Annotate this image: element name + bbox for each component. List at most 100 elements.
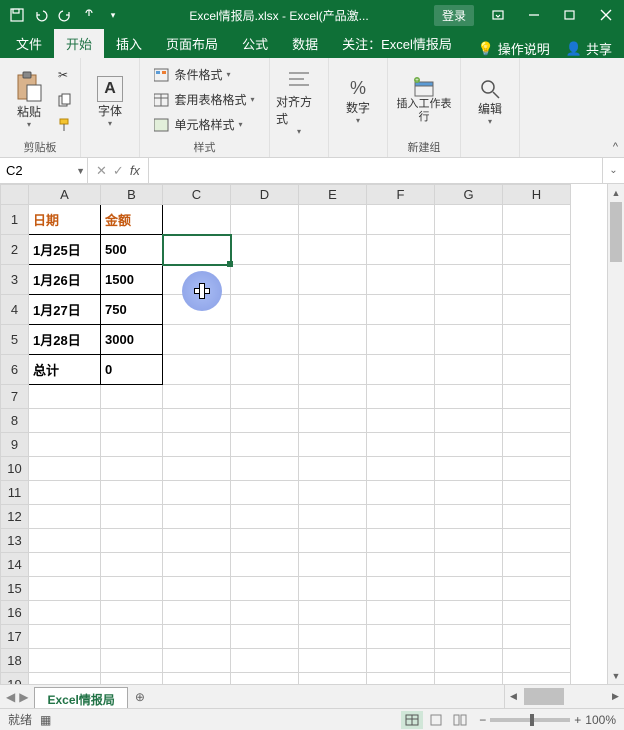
row-header-11[interactable]: 11 [1, 481, 29, 505]
cell-E5[interactable] [299, 325, 367, 355]
cell-G19[interactable] [435, 673, 503, 685]
col-header-B[interactable]: B [101, 185, 163, 205]
row-header-1[interactable]: 1 [1, 205, 29, 235]
tab-page-layout[interactable]: 页面布局 [154, 29, 230, 58]
name-box[interactable]: C2 ▼ [0, 158, 88, 183]
cell-D9[interactable] [231, 433, 299, 457]
cell-C1[interactable] [163, 205, 231, 235]
cell-A1[interactable]: 日期 [29, 205, 101, 235]
cell-D4[interactable] [231, 295, 299, 325]
row-header-17[interactable]: 17 [1, 625, 29, 649]
scroll-left-icon[interactable]: ◀ [505, 691, 522, 702]
cell-H14[interactable] [503, 553, 571, 577]
cell-F1[interactable] [367, 205, 435, 235]
row-header-19[interactable]: 19 [1, 673, 29, 685]
cell-F8[interactable] [367, 409, 435, 433]
tell-me[interactable]: 💡 操作说明 [470, 39, 558, 58]
cell-A15[interactable] [29, 577, 101, 601]
sheet-tab[interactable]: Excel情报局 [34, 687, 127, 708]
cell-E1[interactable] [299, 205, 367, 235]
number-button[interactable]: % 数字 ▾ [335, 78, 381, 125]
cell-E18[interactable] [299, 649, 367, 673]
row-header-18[interactable]: 18 [1, 649, 29, 673]
col-header-C[interactable]: C [163, 185, 231, 205]
col-header-G[interactable]: G [435, 185, 503, 205]
cell-C6[interactable] [163, 355, 231, 385]
cell-H3[interactable] [503, 265, 571, 295]
cell-G6[interactable] [435, 355, 503, 385]
cell-D10[interactable] [231, 457, 299, 481]
cell-H7[interactable] [503, 385, 571, 409]
normal-view-icon[interactable] [401, 711, 423, 729]
cell-C18[interactable] [163, 649, 231, 673]
minimize-icon[interactable] [516, 0, 552, 30]
row-header-9[interactable]: 9 [1, 433, 29, 457]
cell-F11[interactable] [367, 481, 435, 505]
cell-B1[interactable]: 金额 [101, 205, 163, 235]
cell-E12[interactable] [299, 505, 367, 529]
cell-G8[interactable] [435, 409, 503, 433]
tab-file[interactable]: 文件 [4, 29, 54, 58]
cell-C8[interactable] [163, 409, 231, 433]
zoom-slider[interactable] [490, 718, 570, 722]
maximize-icon[interactable] [552, 0, 588, 30]
qat-customize-icon[interactable]: ▾ [102, 4, 124, 26]
cell-H2[interactable] [503, 235, 571, 265]
cell-H13[interactable] [503, 529, 571, 553]
cell-F19[interactable] [367, 673, 435, 685]
cell-H6[interactable] [503, 355, 571, 385]
tab-attention[interactable]: 关注：Excel情报局 [330, 29, 464, 58]
cell-G15[interactable] [435, 577, 503, 601]
cell-F18[interactable] [367, 649, 435, 673]
cancel-formula-icon[interactable]: ✕ [96, 163, 107, 179]
cell-F16[interactable] [367, 601, 435, 625]
cell-A11[interactable] [29, 481, 101, 505]
cell-C7[interactable] [163, 385, 231, 409]
zoom-in-button[interactable]: + [574, 713, 581, 727]
expand-formula-bar-icon[interactable]: ⌄ [602, 158, 624, 183]
accept-formula-icon[interactable]: ✓ [113, 163, 124, 179]
scroll-thumb[interactable] [610, 202, 622, 262]
cell-G1[interactable] [435, 205, 503, 235]
cell-G12[interactable] [435, 505, 503, 529]
cell-B10[interactable] [101, 457, 163, 481]
cell-C19[interactable] [163, 673, 231, 685]
cell-D13[interactable] [231, 529, 299, 553]
name-box-dropdown-icon[interactable]: ▼ [76, 166, 85, 176]
add-sheet-button[interactable]: ⊕ [128, 685, 152, 708]
tab-formulas[interactable]: 公式 [230, 29, 280, 58]
cell-E2[interactable] [299, 235, 367, 265]
cell-A5[interactable]: 1月28日 [29, 325, 101, 355]
cell-G4[interactable] [435, 295, 503, 325]
cell-B15[interactable] [101, 577, 163, 601]
cell-F7[interactable] [367, 385, 435, 409]
cell-D3[interactable] [231, 265, 299, 295]
cell-D1[interactable] [231, 205, 299, 235]
select-all-corner[interactable] [1, 185, 29, 205]
cell-A13[interactable] [29, 529, 101, 553]
cell-C16[interactable] [163, 601, 231, 625]
cell-F10[interactable] [367, 457, 435, 481]
row-header-13[interactable]: 13 [1, 529, 29, 553]
cell-D2[interactable] [231, 235, 299, 265]
copy-button[interactable] [56, 89, 74, 111]
cell-E16[interactable] [299, 601, 367, 625]
scroll-down-icon[interactable]: ▼ [608, 667, 624, 684]
cell-F13[interactable] [367, 529, 435, 553]
scroll-right-icon[interactable]: ▶ [607, 691, 624, 702]
cell-C9[interactable] [163, 433, 231, 457]
font-button[interactable]: A 字体 ▾ [87, 76, 133, 128]
save-icon[interactable] [6, 4, 28, 26]
cell-E11[interactable] [299, 481, 367, 505]
cell-B16[interactable] [101, 601, 163, 625]
cell-F15[interactable] [367, 577, 435, 601]
cell-E15[interactable] [299, 577, 367, 601]
cell-G9[interactable] [435, 433, 503, 457]
cell-D14[interactable] [231, 553, 299, 577]
cell-D16[interactable] [231, 601, 299, 625]
cell-D19[interactable] [231, 673, 299, 685]
cell-G10[interactable] [435, 457, 503, 481]
cell-H15[interactable] [503, 577, 571, 601]
cell-H10[interactable] [503, 457, 571, 481]
cell-A17[interactable] [29, 625, 101, 649]
